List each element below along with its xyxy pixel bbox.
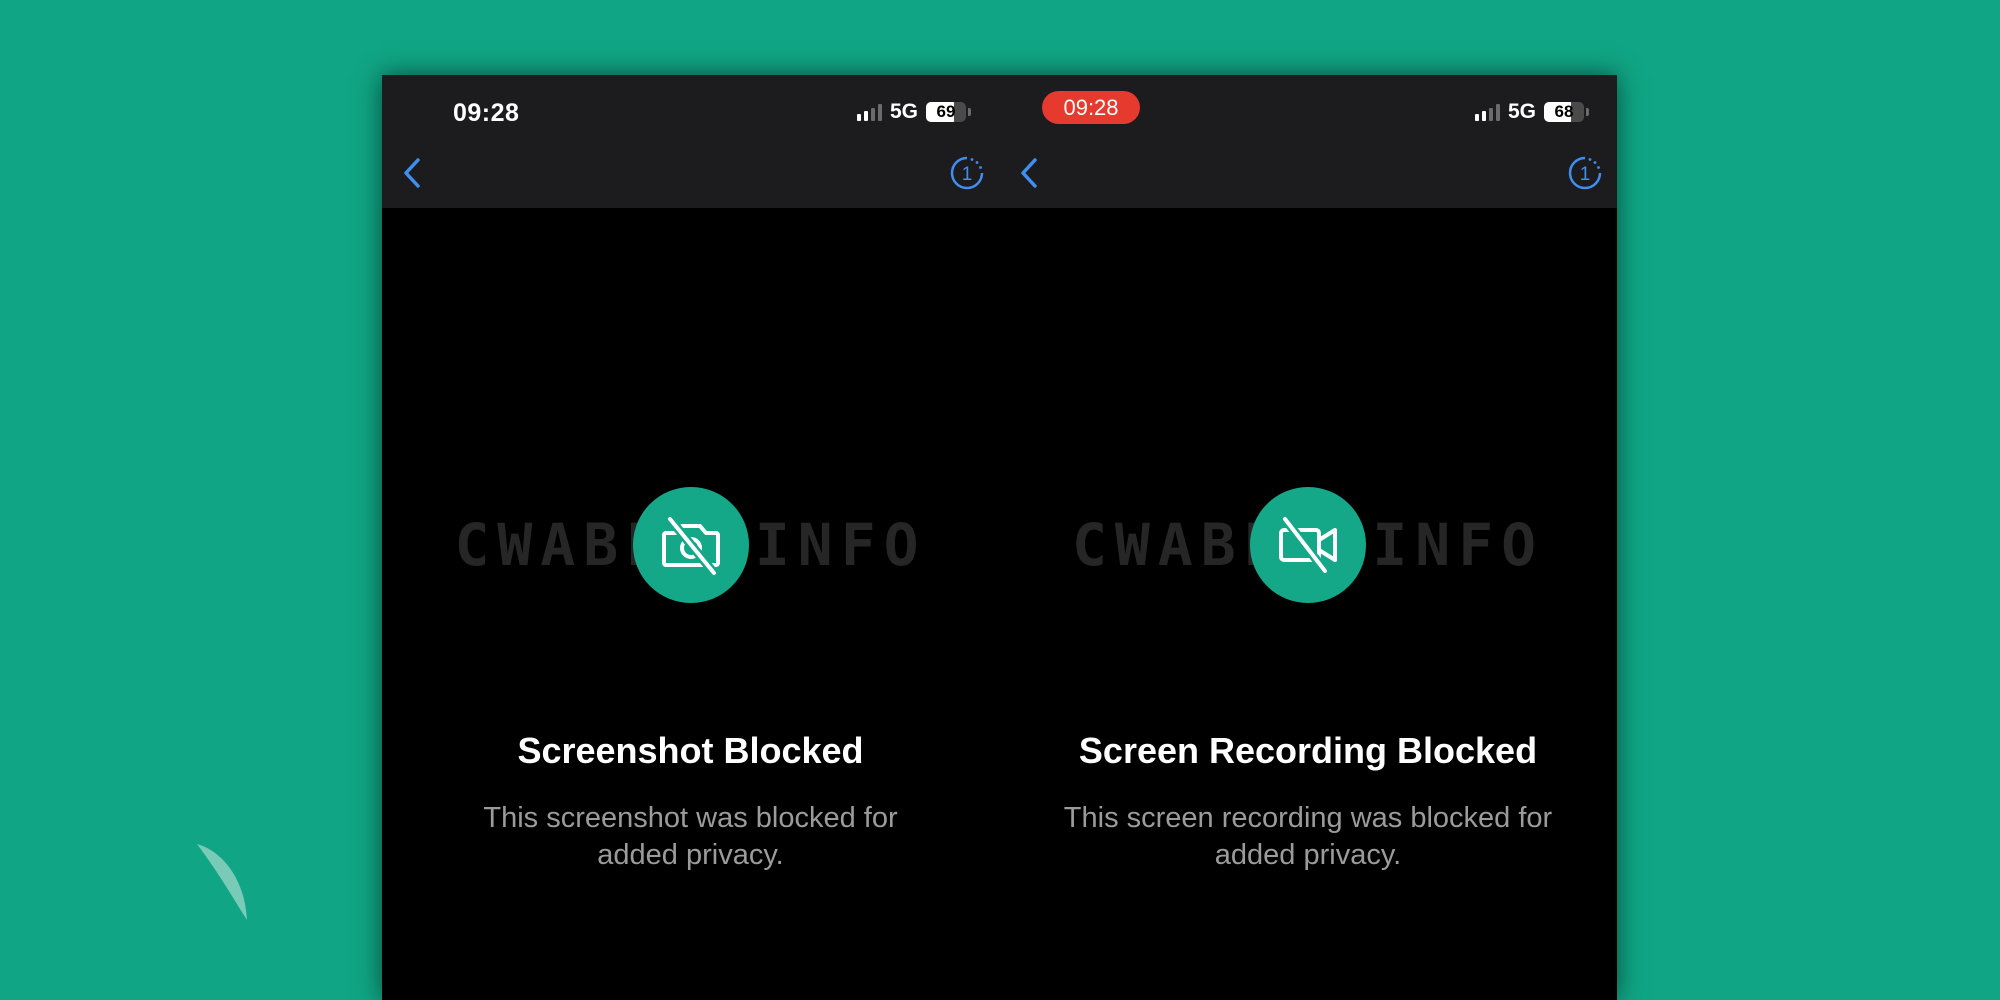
back-button[interactable] xyxy=(398,155,430,191)
top-bar: 09:28 5G 69 1 xyxy=(382,75,999,208)
blocked-badge xyxy=(1250,487,1366,603)
camera-off-icon xyxy=(662,516,720,576)
status-indicators: 5G 69 xyxy=(856,100,971,124)
timer-icon: 1 xyxy=(950,156,984,190)
disappearing-timer-button[interactable]: 1 xyxy=(1567,155,1603,191)
back-button[interactable] xyxy=(1015,155,1047,191)
screens-container: 09:28 5G 69 1 Screenshot Blocked This sc… xyxy=(382,75,1617,1000)
chevron-left-icon xyxy=(1021,158,1037,188)
signal-icon xyxy=(856,103,882,121)
network-label: 5G xyxy=(1507,100,1536,123)
blocked-title: Screenshot Blocked xyxy=(517,730,864,771)
blocked-description: This screenshot was blocked for added pr… xyxy=(483,802,898,871)
leaf-decoration xyxy=(197,844,247,920)
battery-percent: 69 xyxy=(936,102,956,121)
recording-time[interactable]: 09:28 xyxy=(1042,91,1140,124)
status-indicators: 5G 68 xyxy=(1474,100,1589,124)
network-label: 5G xyxy=(889,100,918,123)
battery-icon: 69 xyxy=(926,102,966,122)
phone-screenshot: 09:28 5G 69 1 Screenshot Blocked This sc… xyxy=(382,75,999,1000)
video-off-icon xyxy=(1279,516,1337,574)
battery-icon: 68 xyxy=(1544,102,1584,122)
status-time: 09:28 xyxy=(453,99,520,127)
battery-cap xyxy=(1586,108,1589,116)
timer-value: 1 xyxy=(962,164,973,185)
phone-recording: 09:28 5G 68 1 Screen Recording Blocked T… xyxy=(999,75,1617,1000)
top-bar: 09:28 5G 68 1 xyxy=(999,75,1617,208)
blocked-description: This screen recording was blocked for ad… xyxy=(1063,802,1553,871)
disappearing-timer-button[interactable]: 1 xyxy=(949,155,985,191)
battery-cap xyxy=(968,108,971,116)
chevron-left-icon xyxy=(404,158,420,188)
timer-icon: 1 xyxy=(1568,156,1602,190)
blocked-badge xyxy=(633,487,749,603)
battery-percent: 68 xyxy=(1554,102,1574,121)
blocked-title: Screen Recording Blocked xyxy=(1078,730,1538,771)
signal-icon xyxy=(1474,103,1500,121)
timer-value: 1 xyxy=(1580,164,1591,185)
